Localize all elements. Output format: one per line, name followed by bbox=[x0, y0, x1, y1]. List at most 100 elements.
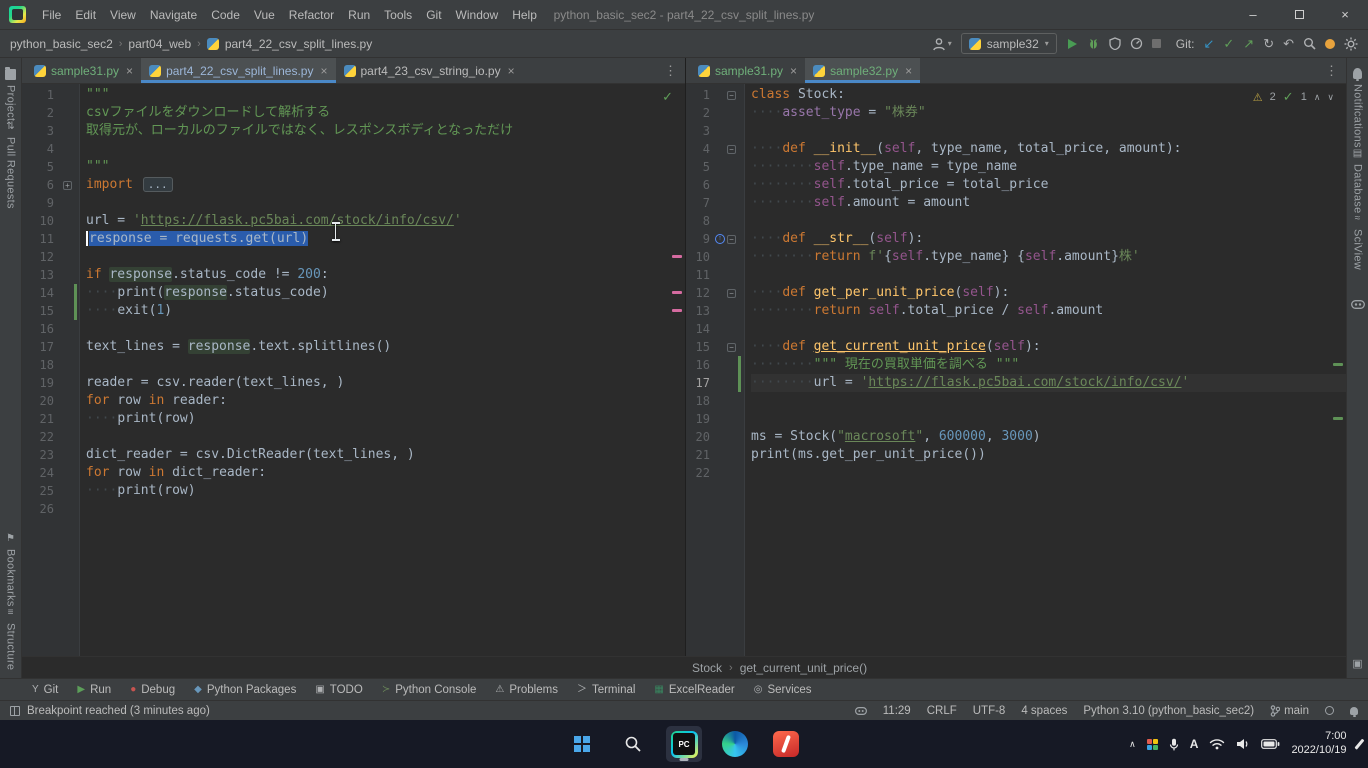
code-line[interactable]: ····def __init__(self, type_name, total_… bbox=[751, 140, 1346, 158]
line-number[interactable]: 1 bbox=[686, 86, 710, 104]
toolwindow-button-run[interactable]: ▶Run bbox=[69, 684, 119, 696]
line-number[interactable]: 13 bbox=[22, 266, 54, 284]
code-line[interactable]: ········self.total_price = total_price bbox=[751, 176, 1346, 194]
gutter-row[interactable]: 20 bbox=[686, 428, 744, 446]
line-number[interactable]: 2 bbox=[686, 104, 710, 122]
toolwindow-layout-icon[interactable] bbox=[10, 706, 20, 716]
toolwindow-button-todo[interactable]: ▣TODO bbox=[307, 684, 370, 696]
gutter-row[interactable]: 11 bbox=[22, 230, 79, 248]
code-line[interactable]: ········""" 現在の買取単価を調べる """ bbox=[751, 356, 1346, 374]
tray-app-icon[interactable] bbox=[1147, 739, 1158, 750]
code-line[interactable]: ····print(row) bbox=[86, 482, 685, 500]
run-configuration-select[interactable]: sample32 ▾ bbox=[961, 33, 1057, 54]
gutter-row[interactable]: 5 bbox=[686, 158, 744, 176]
line-number[interactable]: 10 bbox=[686, 248, 710, 266]
github-copilot-icon[interactable]: ▣ bbox=[1352, 657, 1362, 670]
breadcrumb-item[interactable]: Stock bbox=[692, 661, 722, 675]
toolwindow-button-pull-requests[interactable]: ⇅Pull Requests bbox=[5, 121, 17, 209]
menu-tools[interactable]: Tools bbox=[377, 0, 419, 30]
gutter-row[interactable]: 4− bbox=[686, 140, 744, 158]
code-line[interactable] bbox=[751, 320, 1346, 338]
breadcrumb-item[interactable]: part4_22_csv_split_lines.py bbox=[225, 37, 372, 51]
code-line[interactable] bbox=[751, 266, 1346, 284]
code-line[interactable]: ········return f'{self.type_name} {self.… bbox=[751, 248, 1346, 266]
toolwindow-button-sciview[interactable]: ≈SciView bbox=[1352, 213, 1364, 270]
taskbar-pycharm-button[interactable]: PC bbox=[666, 726, 702, 762]
code-line[interactable] bbox=[86, 248, 685, 266]
toolwindow-button-terminal[interactable]: ＞Terminal bbox=[569, 684, 643, 696]
plugin-status-icon[interactable] bbox=[1325, 39, 1335, 49]
line-number[interactable]: 9 bbox=[22, 194, 54, 212]
line-number[interactable]: 19 bbox=[686, 410, 710, 428]
menu-refactor[interactable]: Refactor bbox=[282, 0, 341, 30]
gutter-row[interactable]: 3 bbox=[686, 122, 744, 140]
line-number[interactable]: 24 bbox=[22, 464, 54, 482]
code-line[interactable]: """ bbox=[86, 158, 685, 176]
next-problem-icon[interactable]: ∨ bbox=[1327, 92, 1334, 103]
gutter-row[interactable]: 24 bbox=[22, 464, 79, 482]
vcs-update-button[interactable]: ↙ bbox=[1203, 37, 1214, 50]
line-number[interactable]: 21 bbox=[686, 446, 710, 464]
git-branch-widget[interactable]: main bbox=[1270, 705, 1309, 717]
gutter-row[interactable]: 8 bbox=[686, 212, 744, 230]
gutter-row[interactable]: 25 bbox=[22, 482, 79, 500]
toolwindow-button-services[interactable]: ◎Services bbox=[746, 684, 820, 696]
toolwindow-button-git[interactable]: YGit bbox=[24, 684, 66, 696]
line-number[interactable]: 12 bbox=[22, 248, 54, 266]
more-tabs-icon[interactable]: ⋮ bbox=[1317, 63, 1346, 79]
toolwindow-button-problems[interactable]: ⚠Problems bbox=[487, 684, 566, 696]
editor-tab[interactable]: sample31.py× bbox=[690, 58, 805, 83]
code-line[interactable]: ········return self.total_price / self.a… bbox=[751, 302, 1346, 320]
code-line[interactable]: ····def get_per_unit_price(self): bbox=[751, 284, 1346, 302]
statusbar-item[interactable]: UTF-8 bbox=[973, 705, 1006, 717]
line-number[interactable]: 1 bbox=[22, 86, 54, 104]
code-line[interactable]: ········url = 'https://flask.pc5bai.com/… bbox=[751, 374, 1346, 392]
code-line[interactable]: ········self.amount = amount bbox=[751, 194, 1346, 212]
gutter-row[interactable]: 19 bbox=[686, 410, 744, 428]
gutter-row[interactable]: 14 bbox=[686, 320, 744, 338]
line-number[interactable]: 22 bbox=[22, 428, 54, 446]
gutter-row[interactable]: 7 bbox=[686, 194, 744, 212]
statusbar-item[interactable]: CRLF bbox=[927, 705, 957, 717]
code-line[interactable]: text_lines = response.text.splitlines() bbox=[86, 338, 685, 356]
code-line[interactable]: csvファイルをダウンロードして解析する bbox=[86, 104, 685, 122]
fold-icon[interactable]: − bbox=[727, 343, 736, 352]
gutter-row[interactable]: 16 bbox=[686, 356, 744, 374]
code-line[interactable]: if response.status_code != 200: bbox=[86, 266, 685, 284]
toolwindow-button-python-packages[interactable]: ◆Python Packages bbox=[186, 684, 304, 696]
gutter-row[interactable]: 15 bbox=[22, 302, 79, 320]
gutter-row[interactable]: 5 bbox=[22, 158, 79, 176]
line-number[interactable]: 14 bbox=[22, 284, 54, 302]
debug-button[interactable] bbox=[1087, 37, 1100, 50]
statusbar-item[interactable]: 4 spaces bbox=[1021, 705, 1067, 717]
breadcrumb-item[interactable]: part04_web bbox=[128, 37, 191, 51]
line-number[interactable]: 14 bbox=[686, 320, 710, 338]
microphone-icon[interactable] bbox=[1169, 738, 1179, 751]
inspection-widget-left[interactable]: ✓ bbox=[662, 89, 673, 105]
line-number[interactable]: 25 bbox=[22, 482, 54, 500]
menu-view[interactable]: View bbox=[103, 0, 143, 30]
menu-navigate[interactable]: Navigate bbox=[143, 0, 204, 30]
gutter-row[interactable]: 23 bbox=[22, 446, 79, 464]
gutter-right[interactable]: 1−234−56789↑−101112−131415−1617181920212… bbox=[686, 84, 745, 656]
code-line[interactable] bbox=[86, 428, 685, 446]
toolwindow-button-structure[interactable]: ≡Structure bbox=[5, 607, 17, 670]
gutter-row[interactable]: 1− bbox=[686, 86, 744, 104]
line-number[interactable]: 23 bbox=[22, 446, 54, 464]
editor-tab[interactable]: part4_23_csv_string_io.py× bbox=[336, 58, 523, 83]
code-area-right[interactable]: class Stock:····asset_type = "株券"····def… bbox=[745, 84, 1346, 656]
code-line[interactable] bbox=[751, 410, 1346, 428]
gutter-row[interactable]: 12− bbox=[686, 284, 744, 302]
run-button[interactable] bbox=[1066, 38, 1078, 50]
code-line[interactable] bbox=[751, 212, 1346, 230]
menu-file[interactable]: File bbox=[35, 0, 68, 30]
close-tab-icon[interactable]: × bbox=[790, 64, 797, 78]
tray-overflow-button[interactable]: ∧ bbox=[1129, 739, 1136, 750]
line-number[interactable]: 7 bbox=[686, 194, 710, 212]
code-area-left[interactable]: """csvファイルをダウンロードして解析する取得元が、ローカルのファイルではな… bbox=[80, 84, 685, 656]
gutter-row[interactable]: 13 bbox=[686, 302, 744, 320]
code-line[interactable]: """ bbox=[86, 86, 685, 104]
copilot-status-icon[interactable] bbox=[855, 707, 867, 715]
gutter-row[interactable]: 21 bbox=[22, 410, 79, 428]
gutter-row[interactable]: 18 bbox=[22, 356, 79, 374]
